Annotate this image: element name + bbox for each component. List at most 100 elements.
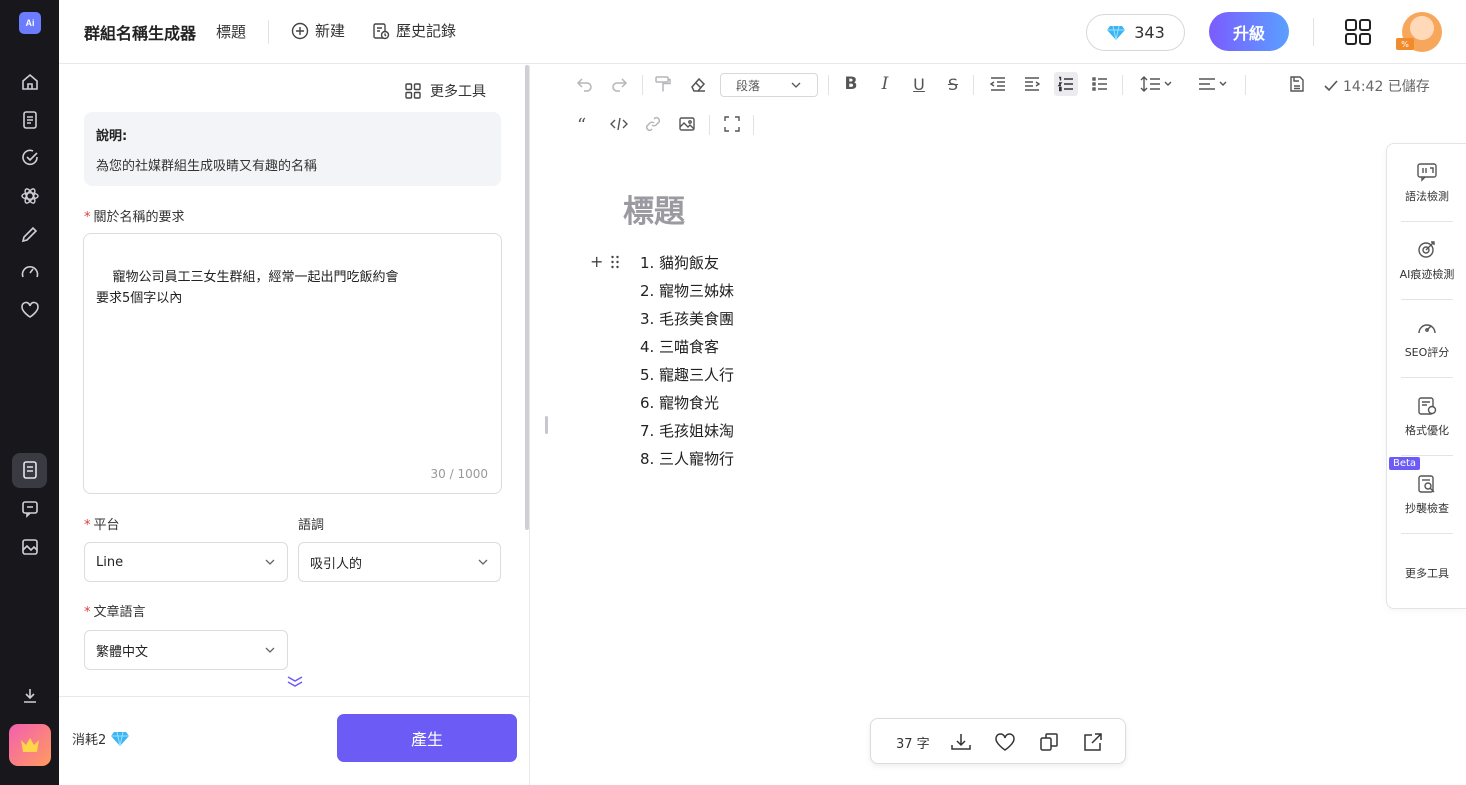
check-icon[interactable] (18, 146, 42, 170)
requirement-label: * 關於名稱的要求 (84, 210, 185, 225)
block-handle[interactable]: + (590, 252, 620, 271)
document-icon[interactable] (18, 108, 42, 132)
app-logo[interactable]: Ai (19, 12, 41, 34)
writer-icon[interactable] (18, 458, 42, 482)
atom-icon[interactable] (18, 184, 42, 208)
editor-toolbar: 段落 B I U S 14:42 已儲存 “ (530, 64, 1466, 144)
indent-icon[interactable] (1020, 72, 1044, 96)
bullet-list-icon[interactable] (1088, 72, 1112, 96)
top-bar: 群組名稱生成器 標題 新建 歷史記錄 343 升級 % (59, 0, 1466, 64)
panel-scrollbar[interactable] (525, 65, 529, 530)
description-title: 說明: (96, 129, 128, 144)
redo-icon[interactable] (607, 72, 631, 96)
history-label: 歷史記錄 (396, 22, 457, 40)
document-title[interactable]: 標題 (623, 186, 685, 231)
upgrade-button[interactable]: 升級 (1209, 12, 1289, 51)
divider (642, 75, 643, 95)
more-tools-button[interactable]: 更多工具 (404, 81, 486, 101)
panel-footer: 消耗2 產生 (59, 696, 529, 785)
description-text: 為您的社媒群組生成吸睛又有趣的名稱 (96, 159, 318, 174)
bold-icon[interactable]: B (839, 72, 863, 96)
divider (268, 20, 269, 44)
line-height-icon[interactable] (1140, 72, 1174, 96)
paragraph-select-value: 段落 (735, 78, 760, 93)
undo-icon[interactable] (573, 72, 597, 96)
requirement-value: 寵物公司員工三女生群組，經常一起出門吃飯約會 要求5個字以內 (96, 270, 399, 306)
requirement-textarea[interactable]: 寵物公司員工三女生群組，經常一起出門吃飯約會 要求5個字以內 30 / 1000 (83, 233, 502, 494)
format-painter-icon[interactable] (651, 72, 675, 96)
paragraph-select[interactable]: 段落 (720, 73, 818, 97)
history-icon (373, 22, 390, 39)
platform-select[interactable]: Line (84, 542, 288, 582)
new-button[interactable]: 新建 (291, 20, 345, 41)
gauge-icon[interactable] (18, 260, 42, 284)
document-action-bar: 37 字 (870, 718, 1126, 764)
save-icon[interactable] (1285, 72, 1309, 96)
add-block-icon[interactable]: + (590, 252, 603, 271)
generate-button[interactable]: 產生 (337, 714, 517, 762)
list-item[interactable]: 4. 三喵食客 (640, 333, 734, 361)
tone-select[interactable]: 吸引人的 (298, 542, 501, 582)
image-icon[interactable] (18, 535, 42, 559)
divider (753, 115, 754, 135)
image-insert-icon[interactable] (675, 112, 699, 136)
chat-icon[interactable] (18, 497, 42, 521)
download-doc-icon[interactable] (949, 730, 973, 754)
platform-value: Line (96, 554, 124, 570)
list-item[interactable]: 2. 寵物三姊妹 (640, 277, 734, 305)
more-tools-label: 更多工具 (430, 84, 486, 100)
divider (1122, 75, 1123, 95)
list-item[interactable]: 7. 毛孩姐妹淘 (640, 417, 734, 445)
heart-icon[interactable] (18, 298, 42, 322)
list-item[interactable]: 5. 寵趣三人行 (640, 361, 734, 389)
drag-handle-icon[interactable] (610, 255, 620, 269)
underline-icon[interactable]: U (907, 72, 931, 96)
checkmark-icon (1324, 80, 1338, 92)
format-optimize-icon (1418, 397, 1437, 415)
quote-icon[interactable]: “ (573, 112, 597, 136)
panel-resize-handle[interactable] (545, 416, 548, 434)
chevron-down-icon (265, 559, 275, 565)
gem-count: 343 (1134, 23, 1165, 42)
history-button[interactable]: 歷史記錄 (372, 20, 456, 41)
char-counter: 30 / 1000 (430, 467, 488, 481)
ordered-list-icon[interactable] (1054, 72, 1078, 96)
plagiarism-check-button[interactable]: 抄襲檢查 (1387, 456, 1466, 534)
eraser-icon[interactable] (686, 72, 710, 96)
ai-detect-icon (1418, 241, 1435, 258)
fullscreen-icon[interactable] (720, 112, 744, 136)
favorite-icon[interactable] (993, 730, 1017, 754)
rail-more-tools-button[interactable]: 更多工具 (1387, 534, 1466, 612)
list-item[interactable]: 8. 三人寵物行 (640, 445, 734, 473)
list-item[interactable]: 3. 毛孩美食團 (640, 305, 734, 333)
format-optimize-button[interactable]: 格式優化 (1387, 378, 1466, 456)
italic-icon[interactable]: I (873, 72, 897, 96)
link-icon[interactable] (641, 112, 665, 136)
apps-grid-icon[interactable] (1344, 18, 1372, 46)
pencil-icon[interactable] (18, 222, 42, 246)
expand-more-icon[interactable] (285, 674, 305, 688)
align-icon[interactable] (1197, 72, 1231, 96)
download-icon[interactable] (18, 684, 42, 708)
gem-balance[interactable]: 343 (1086, 14, 1185, 51)
grammar-check-button[interactable]: 語法檢測 (1387, 144, 1466, 222)
divider (1245, 75, 1246, 95)
strikethrough-icon[interactable]: S (941, 72, 965, 96)
language-select[interactable]: 繁體中文 (84, 630, 288, 670)
avatar-badge: % (1396, 38, 1414, 50)
seo-score-button[interactable]: SEO評分 (1387, 300, 1466, 378)
title-tab[interactable]: 標題 (216, 21, 246, 42)
list-item[interactable]: 1. 貓狗飯友 (640, 249, 734, 277)
word-count: 37 字 (896, 737, 930, 752)
export-icon[interactable] (1081, 730, 1105, 754)
home-icon[interactable] (18, 70, 42, 94)
copy-icon[interactable] (1037, 730, 1061, 754)
outdent-icon[interactable] (986, 72, 1010, 96)
grid-icon (405, 83, 421, 99)
ai-detect-button[interactable]: AI痕迹檢測 (1387, 222, 1466, 300)
app-title: 群組名稱生成器 (84, 24, 197, 43)
list-item[interactable]: 6. 寵物食光 (640, 389, 734, 417)
cost-indicator: 消耗2 (72, 729, 130, 748)
crown-icon[interactable] (9, 724, 51, 766)
code-icon[interactable] (607, 112, 631, 136)
